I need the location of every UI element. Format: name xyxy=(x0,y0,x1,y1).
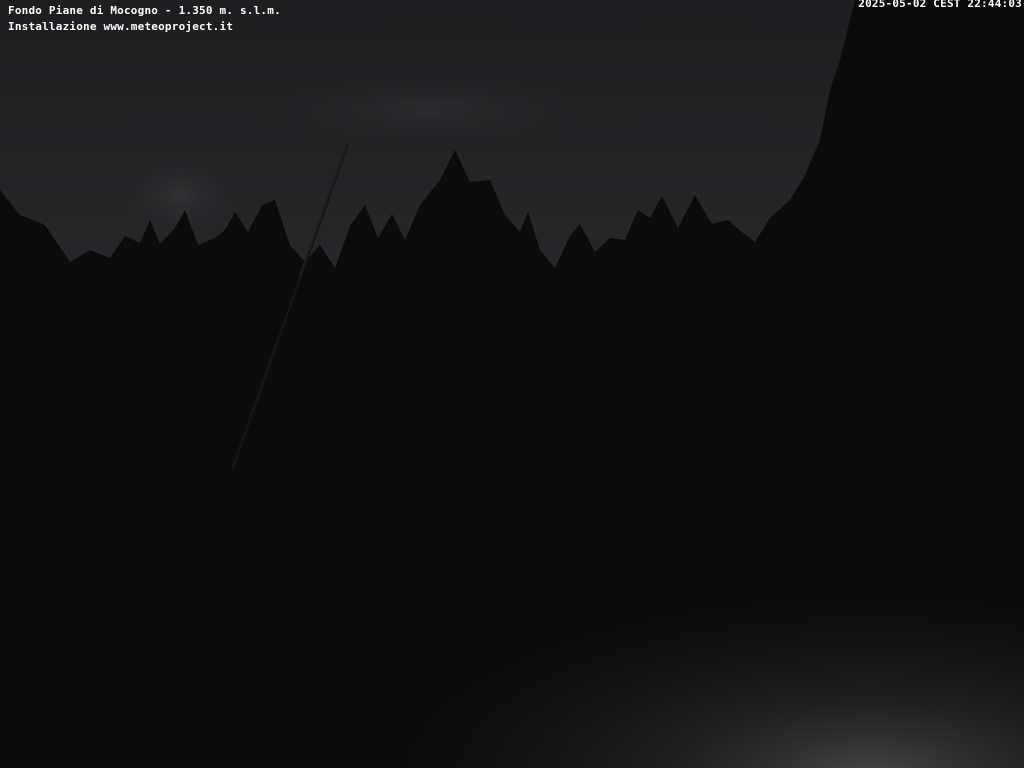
location-caption: Fondo Piane di Mocogno - 1.350 m. s.l.m. xyxy=(8,4,281,17)
webcam-scene xyxy=(0,0,1024,768)
webcam-frame: Fondo Piane di Mocogno - 1.350 m. s.l.m.… xyxy=(0,0,1024,768)
cloud xyxy=(270,75,590,145)
installer-caption: Installazione www.meteoproject.it xyxy=(8,20,234,33)
webcam-caption: Fondo Piane di Mocogno - 1.350 m. s.l.m.… xyxy=(8,3,281,35)
foreground-glow xyxy=(0,380,1024,768)
timestamp-label: 2025-05-02 CEST 22:44:03 xyxy=(858,0,1022,10)
